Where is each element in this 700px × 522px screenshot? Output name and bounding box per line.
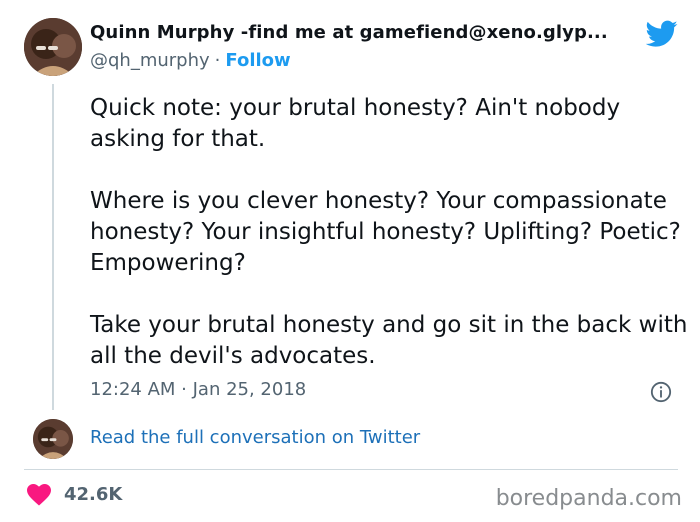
tweet-card: Quinn Murphy -find me at gamefiend@xeno.… bbox=[0, 0, 700, 522]
follow-button[interactable]: Follow bbox=[225, 50, 290, 71]
author-name[interactable]: Quinn Murphy -find me at gamefiend@xeno.… bbox=[90, 22, 635, 43]
like-count: 42.6K bbox=[64, 484, 123, 505]
tweet-body: Quick note: your brutal honesty? Ain't n… bbox=[90, 95, 688, 369]
author-handle[interactable]: @qh_murphy bbox=[90, 50, 210, 71]
thread-line bbox=[52, 84, 54, 410]
tweet-timestamp[interactable]: 12:24 AM · Jan 25, 2018 bbox=[90, 379, 306, 400]
reply-avatar[interactable] bbox=[33, 419, 73, 459]
watermark: boredpanda.com bbox=[495, 486, 682, 511]
divider bbox=[24, 469, 678, 470]
avatar-image bbox=[24, 18, 82, 76]
info-icon[interactable] bbox=[650, 381, 672, 403]
heart-icon[interactable] bbox=[27, 484, 51, 506]
author-avatar[interactable] bbox=[24, 18, 82, 76]
read-full-conversation-link[interactable]: Read the full conversation on Twitter bbox=[90, 427, 420, 448]
separator-dot: · bbox=[214, 50, 221, 71]
handle-row: @qh_murphy · Follow bbox=[90, 50, 291, 71]
twitter-bird-icon[interactable] bbox=[646, 20, 678, 48]
avatar-image bbox=[33, 419, 73, 459]
